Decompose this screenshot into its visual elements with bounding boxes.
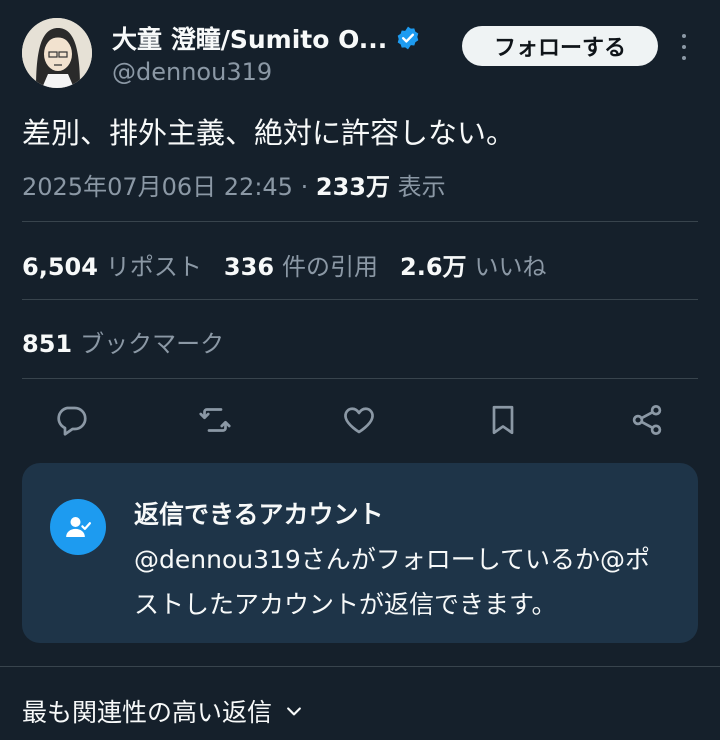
author-handle[interactable]: @dennou319 [112,58,272,86]
reposts-stat[interactable]: 6,504 リポスト [22,247,202,282]
reply-restriction-title: 返信できるアカウント [134,500,384,529]
engagement-stats: 6,504 リポスト 336 件の引用 2.6万 いいね [22,247,569,282]
user-check-icon [50,499,106,555]
likes-label: いいね [474,253,547,281]
avatar[interactable] [22,18,92,88]
author-name-row: 大童 澄瞳/Sumito O... [112,20,421,56]
more-options-icon[interactable] [676,34,692,60]
divider [0,666,720,667]
bookmarks-label: ブックマーク [80,330,225,358]
tweet-header: 大童 澄瞳/Sumito O... @dennou319 フォローする [0,0,720,100]
quotes-label: 件の引用 [282,253,379,281]
chevron-down-icon [287,707,301,716]
likes-count: 2.6万 [400,253,467,281]
bookmark-icon[interactable] [483,400,523,440]
reply-restriction-description: @dennou319さんがフォローしているか@ポストしたアカウントが返信できます… [134,545,651,619]
like-icon[interactable] [339,400,379,440]
quotes-count: 336 [223,253,275,281]
bookmarks-stat[interactable]: 851 ブックマーク [22,324,224,359]
bookmarks-count: 851 [22,330,73,358]
divider [22,221,698,222]
reply-icon[interactable] [51,400,91,440]
quotes-stat[interactable]: 336 件の引用 [224,247,378,282]
meta-separator: · [300,173,309,201]
divider [22,299,698,300]
reply-sort-label: 最も関連性の高い返信 [22,698,273,727]
divider [22,378,698,379]
author-display-name[interactable]: 大童 澄瞳/Sumito O... [112,20,387,56]
reply-sort-dropdown[interactable]: 最も関連性の高い返信 [22,693,304,729]
verified-badge-icon [397,26,419,50]
views-label: 表示 [397,173,446,201]
tweet-timestamp[interactable]: 2025年07月06日 22:45 [22,173,293,201]
follow-button[interactable]: フォローする [462,26,658,66]
repost-icon[interactable] [195,400,235,440]
views-count: 233万 [315,173,390,201]
reposts-label: リポスト [105,253,202,281]
reply-restriction-card: 返信できるアカウント @dennou319さんがフォローしているか@ポストしたア… [22,463,698,643]
tweet-actions [0,400,720,444]
share-icon[interactable] [627,400,667,440]
reposts-count: 6,504 [22,253,98,281]
tweet-text: 差別、排外主義、絶対に許容しない。 [22,116,516,150]
likes-stat[interactable]: 2.6万 いいね [400,247,547,282]
tweet-meta: 2025年07月06日 22:45 · 233万 表示 [22,167,446,202]
